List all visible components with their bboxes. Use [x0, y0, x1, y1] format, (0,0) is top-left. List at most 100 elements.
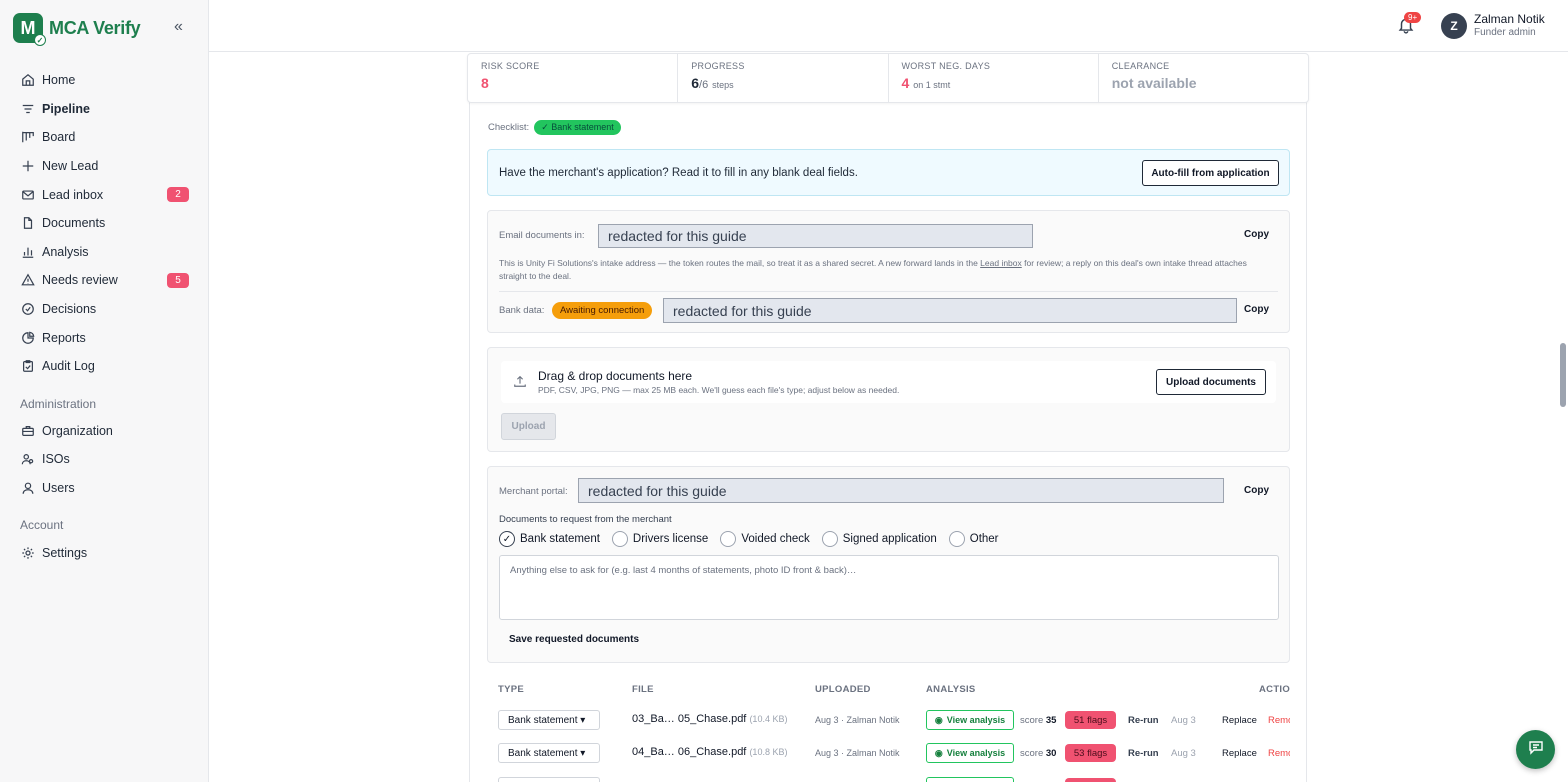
sidebar-item-label: Lead inbox	[42, 187, 104, 202]
column-header-uploaded: UPLOADED	[815, 684, 871, 695]
option-signed-application[interactable]: Signed application	[821, 531, 937, 547]
bank-data-field[interactable]: redacted for this guide	[663, 298, 1237, 323]
sidebar-item-label: Users	[42, 481, 75, 496]
sidebar-item-decisions[interactable]: Decisions	[0, 295, 209, 324]
sidebar-item-board[interactable]: Board	[0, 123, 209, 152]
users-group-icon	[20, 451, 36, 467]
checklist-label: Checklist:	[488, 122, 530, 133]
autofill-text: Have the merchant's application? Read it…	[499, 167, 858, 179]
home-icon	[20, 72, 36, 88]
flags-badge[interactable]: 51 flags	[1065, 711, 1116, 729]
upload-documents-button[interactable]: Upload documents	[1156, 369, 1266, 395]
replace-button[interactable]: Replace	[1222, 715, 1257, 726]
copy-portal-button[interactable]: Copy	[1244, 485, 1269, 496]
sidebar-item-organization[interactable]: Organization	[0, 417, 209, 446]
type-select[interactable]: Bank statement ▾	[498, 710, 600, 730]
sidebar: M ✓ MCA Verify « Home Pipeline Board New…	[0, 0, 209, 782]
logo-letter: M	[20, 17, 36, 38]
table-row: Bank statement ▾ 04_Ba… 06_Chase.pdf (10…	[498, 743, 1290, 769]
email-field[interactable]: redacted for this guide	[598, 224, 1033, 248]
autofill-button[interactable]: Auto-fill from application	[1142, 160, 1279, 186]
dropzone[interactable]: Drag & drop documents here PDF, CSV, JPG…	[501, 361, 1276, 403]
sidebar-item-label: Analysis	[42, 244, 89, 259]
stats-strip: RISK SCORE 8 PROGRESS 6/6 steps WORST NE…	[467, 53, 1309, 103]
sidebar-item-isos[interactable]: ISOs	[0, 445, 209, 474]
file-size: (10.4 KB)	[749, 714, 788, 724]
stat-label: RISK SCORE	[481, 61, 540, 71]
type-select[interactable]: Bank statement ▾	[498, 743, 600, 763]
type-select[interactable]	[498, 777, 600, 782]
sidebar-item-documents[interactable]: Documents	[0, 209, 209, 238]
sidebar-nav: Home Pipeline Board New Lead Lead inbox …	[0, 66, 209, 567]
app-logo: M ✓	[13, 13, 46, 46]
sidebar-item-users[interactable]: Users	[0, 474, 209, 503]
sidebar-item-analysis[interactable]: Analysis	[0, 238, 209, 267]
option-bank-statement[interactable]: ✓ Bank statement	[499, 531, 600, 547]
eye-icon: ◉	[934, 747, 943, 758]
view-analysis-button[interactable]	[926, 777, 1014, 782]
worst-value: 4	[901, 75, 910, 91]
sidebar-item-reports[interactable]: Reports	[0, 323, 209, 352]
flags-badge[interactable]	[1065, 778, 1116, 782]
view-analysis-label: View analysis	[946, 748, 1006, 758]
sidebar-item-pipeline[interactable]: Pipeline	[0, 95, 209, 124]
checkbox[interactable]	[720, 531, 737, 547]
option-other[interactable]: Other	[948, 531, 999, 547]
rerun-button[interactable]: Re-run	[1128, 715, 1159, 726]
pie-chart-icon	[20, 330, 36, 346]
sidebar-item-lead-inbox[interactable]: Lead inbox 2	[0, 180, 209, 209]
clipboard-icon	[20, 358, 36, 374]
scrollbar-thumb[interactable]	[1560, 343, 1566, 407]
stat-risk-score: RISK SCORE 8	[468, 54, 679, 102]
collapse-sidebar-icon[interactable]: «	[174, 18, 183, 36]
checkbox[interactable]	[611, 531, 628, 547]
warning-icon	[20, 272, 36, 288]
file-name[interactable]: 03_Ba… 05_Chase.pdf (10.4 KB)	[632, 713, 787, 725]
sidebar-item-new-lead[interactable]: New Lead	[0, 152, 209, 181]
brand[interactable]: M ✓ MCA Verify	[13, 13, 141, 46]
sidebar-item-needs-review[interactable]: Needs review 5	[0, 266, 209, 295]
chat-button[interactable]	[1516, 730, 1555, 769]
file-name[interactable]: 04_Ba… 06_Chase.pdf (10.8 KB)	[632, 746, 787, 758]
checkbox[interactable]	[821, 531, 838, 547]
sidebar-item-settings[interactable]: Settings	[0, 538, 209, 567]
chat-icon	[1528, 739, 1544, 760]
sidebar-item-audit-log[interactable]: Audit Log	[0, 352, 209, 381]
merchant-portal-field[interactable]: redacted for this guide	[578, 478, 1224, 503]
stat-value: 8	[481, 75, 489, 91]
view-analysis-button[interactable]: ◉ View analysis	[926, 743, 1014, 763]
upload-button[interactable]: Upload	[501, 413, 556, 440]
account-section-heading: Account	[20, 518, 64, 533]
request-notes-textarea[interactable]: Anything else to ask for (e.g. last 4 mo…	[499, 555, 1279, 620]
sidebar-item-home[interactable]: Home	[0, 66, 209, 95]
replace-button[interactable]: Replace	[1222, 748, 1257, 759]
column-header-type: TYPE	[498, 684, 525, 695]
avatar[interactable]: Z	[1441, 13, 1467, 39]
option-label: Voided check	[741, 533, 810, 545]
option-voided-check[interactable]: Voided check	[720, 531, 810, 547]
view-analysis-button[interactable]: ◉ View analysis	[926, 710, 1014, 730]
copy-bank-button[interactable]: Copy	[1244, 304, 1269, 315]
checkbox-checked-icon[interactable]: ✓	[499, 531, 515, 547]
request-options: ✓ Bank statement Drivers license Voided c…	[499, 531, 1011, 547]
notification-badge: 9+	[1404, 12, 1422, 23]
sidebar-item-label: Board	[42, 130, 76, 145]
remove-button[interactable]: Remove	[1268, 715, 1290, 726]
sidebar-item-label: Audit Log	[42, 359, 95, 374]
file-size: (10.8 KB)	[749, 747, 788, 757]
board-icon	[20, 129, 36, 145]
rerun-button[interactable]: Re-run	[1128, 748, 1159, 759]
remove-button[interactable]: Remove	[1268, 748, 1290, 759]
user-name[interactable]: Zalman Notik	[1474, 12, 1545, 26]
column-header-file: FILE	[632, 684, 654, 695]
checkbox[interactable]	[948, 531, 965, 547]
save-requested-button[interactable]: Save requested documents	[509, 634, 639, 645]
sidebar-item-label: ISOs	[42, 452, 70, 467]
progress-total: /6	[699, 79, 709, 91]
intake-note: This is Unity Fi Solutions's intake addr…	[499, 257, 1269, 282]
lead-inbox-link[interactable]: Lead inbox	[980, 258, 1022, 268]
flags-badge[interactable]: 53 flags	[1065, 744, 1116, 762]
upload-panel: Drag & drop documents here PDF, CSV, JPG…	[487, 347, 1290, 452]
option-drivers-license[interactable]: Drivers license	[611, 531, 708, 547]
copy-email-button[interactable]: Copy	[1244, 229, 1269, 240]
